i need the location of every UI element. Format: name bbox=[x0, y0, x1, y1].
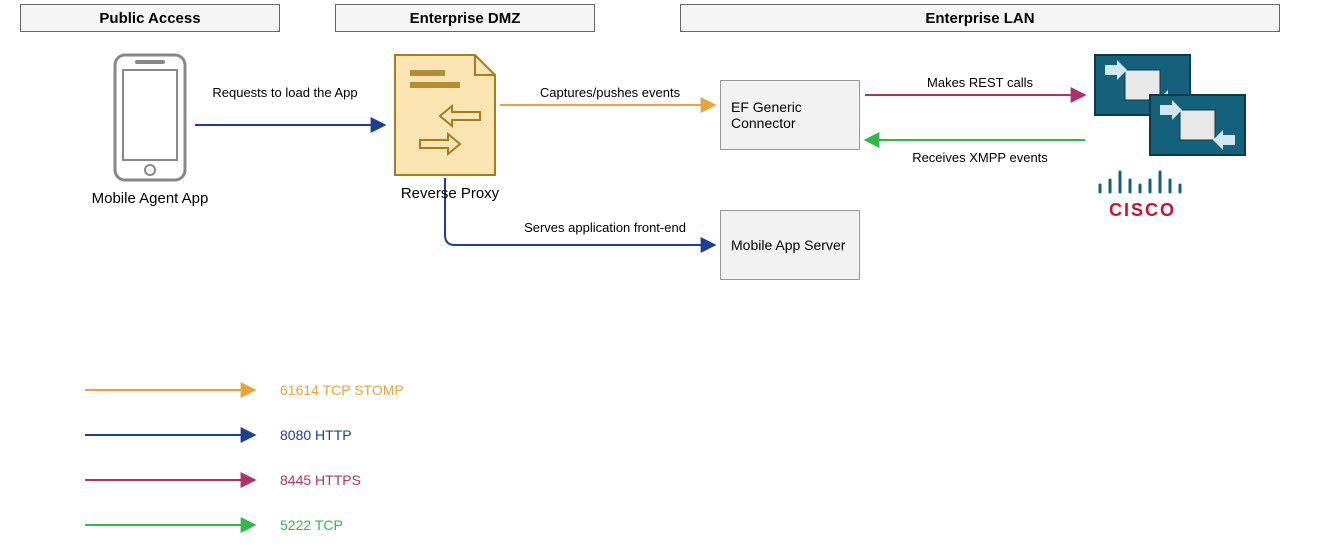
app-server-box: Mobile App Server bbox=[720, 210, 860, 280]
reverse-proxy-label: Reverse Proxy bbox=[395, 185, 505, 202]
caption-captures-pushes: Captures/pushes events bbox=[520, 85, 700, 100]
mobile-app-label: Mobile Agent App bbox=[85, 190, 215, 207]
cisco-wordmark: CISCO bbox=[1095, 200, 1190, 221]
ef-connector-label: EF Generic Connector bbox=[731, 99, 849, 131]
caption-serves-frontend: Serves application front-end bbox=[495, 220, 715, 235]
phone-icon bbox=[115, 55, 185, 180]
cisco-logo-bars-icon bbox=[1100, 172, 1180, 192]
legend-text-http: 8080 HTTP bbox=[280, 427, 352, 443]
cisco-routers-icon bbox=[1095, 55, 1245, 155]
caption-receives-xmpp: Receives XMPP events bbox=[885, 150, 1075, 165]
reverse-proxy-icon bbox=[395, 55, 495, 175]
caption-requests-load-app: Requests to load the App bbox=[210, 85, 360, 100]
legend-text-stomp: 61614 TCP STOMP bbox=[280, 382, 404, 398]
caption-makes-rest: Makes REST calls bbox=[900, 75, 1060, 90]
legend-text-tcp: 5222 TCP bbox=[280, 517, 343, 533]
app-server-label: Mobile App Server bbox=[731, 237, 845, 253]
legend-text-https: 8445 HTTPS bbox=[280, 472, 361, 488]
diagram-stage: Public Access Enterprise DMZ Enterprise … bbox=[0, 0, 1334, 559]
diagram-svg bbox=[0, 0, 1334, 559]
ef-connector-box: EF Generic Connector bbox=[720, 80, 860, 150]
